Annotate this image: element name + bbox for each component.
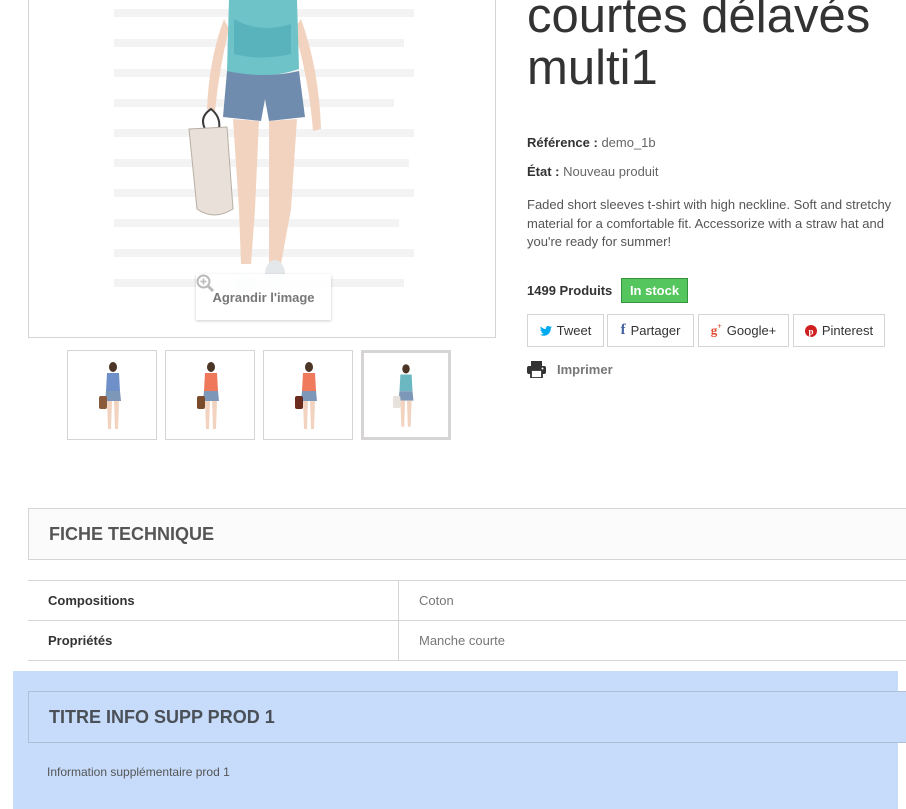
thumbnail-3[interactable]	[263, 350, 353, 440]
reference-label: Référence :	[527, 135, 598, 150]
pinterest-icon: p	[804, 324, 817, 337]
reference-line: Référence : demo_1b	[527, 135, 656, 150]
zoom-image-button[interactable]: Agrandir l'image	[196, 274, 331, 320]
condition-label: État :	[527, 164, 560, 179]
zoom-in-icon	[196, 274, 214, 292]
condition-line: État : Nouveau produit	[527, 164, 659, 179]
facebook-share-button[interactable]: f Partager	[607, 314, 694, 347]
quantity-available: 1499 Produits	[527, 283, 613, 298]
reference-value: demo_1b	[601, 135, 656, 150]
datasheet-row: Compositions Coton	[28, 581, 906, 621]
pinterest-label: Pinterest	[821, 323, 874, 338]
product-title: courtes délavés multi1	[527, 0, 906, 94]
facebook-icon: f	[620, 322, 626, 338]
product-title-line-2: multi1	[527, 41, 658, 95]
print-label: Imprimer	[557, 362, 613, 377]
datasheet-value: Manche courte	[419, 633, 505, 648]
tweet-button[interactable]: Tweet	[527, 314, 604, 347]
product-title-line-1: courtes délavés	[527, 0, 871, 43]
product-description: Faded short sleeves t-shirt with high ne…	[527, 197, 892, 249]
thumbnail-2[interactable]	[165, 350, 255, 440]
twitter-icon	[539, 325, 552, 336]
main-product-image[interactable]: Agrandir l'image	[28, 0, 496, 338]
google-plus-label: Google+	[726, 323, 777, 338]
datasheet-header: FICHE TECHNIQUE	[28, 508, 906, 560]
facebook-label: Partager	[630, 323, 681, 338]
print-link[interactable]: Imprimer	[527, 361, 613, 378]
printer-icon	[527, 361, 546, 378]
google-plus-button[interactable]: g+ Google+	[698, 314, 789, 347]
condition-value: Nouveau produit	[563, 164, 659, 179]
thumbnail-1[interactable]	[67, 350, 157, 440]
extra-info-text: Information supplémentaire prod 1	[47, 765, 230, 779]
tweet-label: Tweet	[556, 323, 592, 338]
thumbnail-4[interactable]	[361, 350, 451, 440]
svg-text:p: p	[808, 326, 813, 336]
datasheet-row: Propriétés Manche courte	[28, 621, 906, 661]
google-plus-icon: g+	[710, 322, 722, 338]
datasheet-key: Compositions	[28, 581, 399, 620]
stock-status-badge: In stock	[621, 278, 688, 303]
extra-info-header: TITRE INFO SUPP PROD 1	[28, 691, 906, 743]
datasheet-key: Propriétés	[28, 621, 399, 660]
zoom-label: Agrandir l'image	[212, 289, 315, 305]
datasheet-value: Coton	[419, 593, 454, 608]
pinterest-button[interactable]: p Pinterest	[793, 314, 885, 347]
